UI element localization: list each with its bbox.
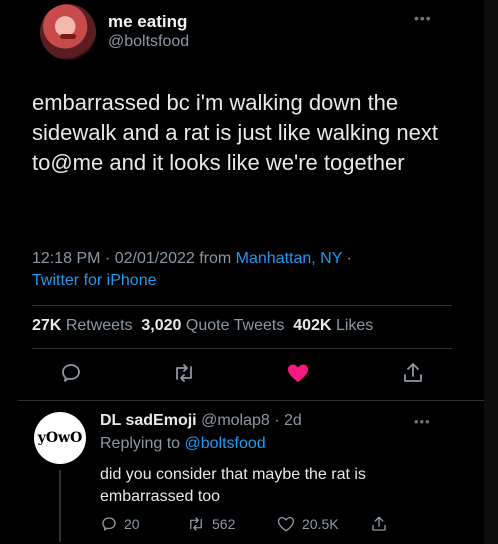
- retweets-stat[interactable]: 27K Retweets: [32, 317, 133, 334]
- more-dots-icon[interactable]: •••: [414, 10, 432, 26]
- tweet-time: 12:18 PM · 02/01/2022 from: [32, 250, 236, 267]
- quotes-stat[interactable]: 3,020 Quote Tweets: [141, 317, 284, 334]
- side-strip: [484, 0, 498, 544]
- reply-retweet-button[interactable]: 562: [186, 515, 235, 533]
- divider: [32, 348, 452, 349]
- reply-icon: [102, 517, 116, 531]
- replying-to-link[interactable]: @boltsfood: [185, 435, 266, 452]
- reply-like-count: 20.5K: [302, 516, 339, 532]
- retweet-icon[interactable]: [169, 358, 199, 388]
- reply-header: DL sadEmoji @molap8 · 2d: [100, 412, 302, 430]
- tweet-actions: [32, 358, 452, 392]
- reply-retweet-count: 562: [212, 516, 236, 532]
- reply-age: 2d: [284, 412, 302, 429]
- reply-dot: ·: [269, 412, 285, 429]
- reply-reply-count: 20: [124, 516, 140, 532]
- heart-icon[interactable]: [283, 358, 313, 388]
- meta-separator: ·: [342, 250, 352, 267]
- reply-more-dots-icon[interactable]: •••: [414, 414, 431, 429]
- replying-to: Replying to @boltsfood: [100, 435, 266, 453]
- reply-icon[interactable]: [56, 358, 86, 388]
- reply-share-button[interactable]: [370, 515, 388, 533]
- reply-text: did you consider that maybe the rat is e…: [100, 466, 366, 505]
- share-icon[interactable]: [398, 358, 428, 388]
- tweet-meta: 12:18 PM · 02/01/2022 from Manhattan, NY…: [32, 248, 452, 292]
- likes-stat[interactable]: 402K Likes: [293, 317, 373, 334]
- heart-outline-icon: [277, 516, 295, 532]
- share-icon: [372, 516, 386, 531]
- reply-author-name[interactable]: DL sadEmoji: [100, 412, 197, 429]
- tweet-text: embarrassed bc i'm walking down the side…: [32, 90, 438, 175]
- author-handle[interactable]: @boltsfood: [108, 33, 189, 51]
- tweet-screenshot: me eating @boltsfood ••• embarrassed bc …: [0, 0, 498, 544]
- reply-actions: 20 562 20.5K: [100, 515, 400, 537]
- tweet-stats: 27K Retweets 3,020 Quote Tweets 402K Lik…: [32, 317, 373, 335]
- reply-like-button[interactable]: 20.5K: [276, 515, 339, 533]
- replying-prefix: Replying to: [100, 435, 185, 452]
- tweet-location-link[interactable]: Manhattan, NY: [236, 250, 342, 267]
- retweet-icon: [190, 517, 202, 531]
- reply-reply-button[interactable]: 20: [100, 515, 140, 533]
- thread-line: [59, 470, 61, 542]
- reply-avatar[interactable]: yOwO: [34, 412, 86, 464]
- author-name[interactable]: me eating: [108, 12, 187, 32]
- reply-tweet[interactable]: yOwO DL sadEmoji @molap8 · 2d ••• Replyi…: [0, 400, 484, 544]
- tweet-client-link[interactable]: Twitter for iPhone: [32, 272, 157, 289]
- divider: [32, 305, 452, 306]
- author-avatar[interactable]: [40, 4, 96, 60]
- reply-author-handle[interactable]: @molap8: [201, 412, 270, 429]
